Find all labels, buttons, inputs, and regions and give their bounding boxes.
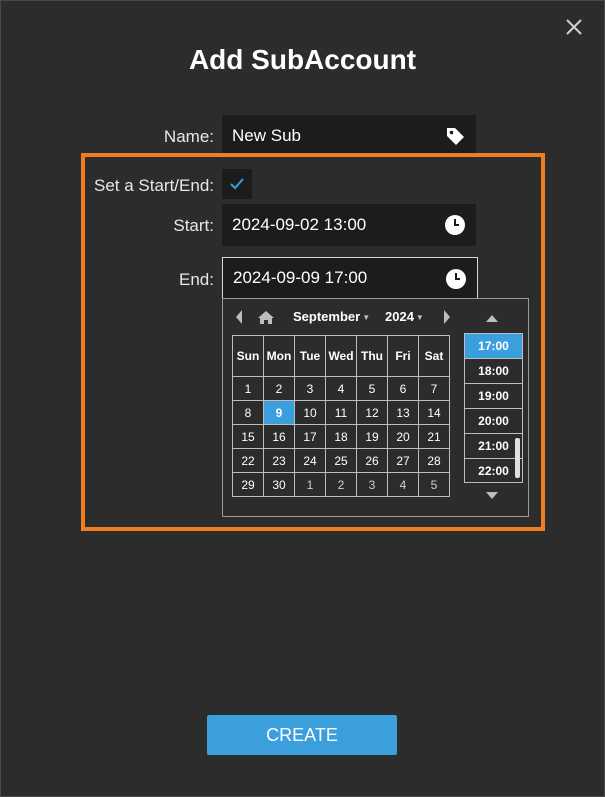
name-input[interactable]: New Sub [222,115,476,157]
name-label: Name: [163,127,214,146]
tag-icon [447,128,464,145]
dialog-title: Add SubAccount [188,44,417,75]
close-icon [566,19,582,35]
close-button[interactable] [563,16,585,38]
highlight-box [81,153,545,531]
name-value: New Sub [232,126,301,145]
create-button[interactable]: CREATE [207,715,397,755]
